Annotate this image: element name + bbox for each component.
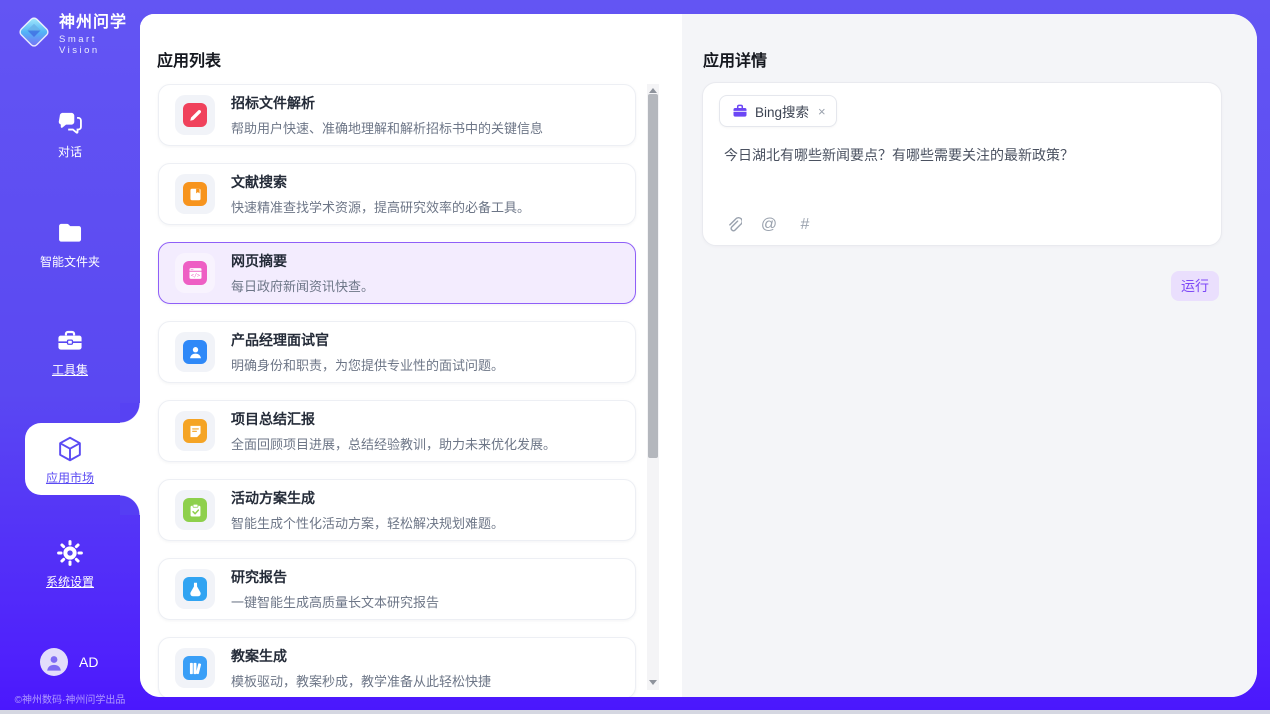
scroll-down-arrow-icon[interactable] (647, 676, 659, 688)
avatar (40, 648, 68, 676)
sidebar-item-对话[interactable]: 对话 (0, 108, 140, 160)
brand-subtitle: Smart Vision (59, 34, 140, 56)
briefcase-icon (732, 103, 748, 119)
sidebar-item-系统设置[interactable]: 系统设置 (0, 538, 140, 590)
run-button[interactable]: 运行 (1171, 271, 1219, 301)
user-initials: AD (79, 654, 98, 670)
app-title: 项目总结汇报 (231, 409, 556, 429)
scrollbar-thumb[interactable] (648, 94, 658, 458)
app-desc: 快速精准查找学术资源，提高研究效率的必备工具。 (231, 197, 530, 216)
app-title: 活动方案生成 (231, 488, 504, 508)
books-icon (183, 656, 207, 680)
brand-logo: 神州问学 Smart Vision (15, 13, 140, 56)
interviewer-icon (183, 340, 207, 364)
prompt-card: Bing搜索 × 今日湖北有哪些新闻要点？有哪些需要关注的最新政策？ @ # (702, 82, 1222, 246)
clipboard-check-icon (183, 498, 207, 522)
sidebar-item-label: 应用市场 (0, 469, 140, 486)
prompt-input[interactable]: 今日湖北有哪些新闻要点？有哪些需要关注的最新政策？ (724, 145, 1201, 165)
sidebar-item-应用市场[interactable]: 应用市场 (0, 423, 140, 495)
app-list-item[interactable]: 文献搜索 快速精准查找学术资源，提高研究效率的必备工具。 (158, 163, 636, 225)
sidebar-item-label: 对话 (0, 143, 140, 160)
app-title: 产品经理面试官 (231, 330, 504, 350)
app-desc: 模板驱动，教案秒成，教学准备从此轻松快捷 (231, 671, 491, 690)
at-icon[interactable]: @ (759, 215, 779, 235)
edit-doc-icon (183, 103, 207, 127)
folder-icon (0, 218, 140, 248)
tool-tag-close-icon[interactable]: × (818, 105, 826, 118)
ink-icon (183, 577, 207, 601)
scrollbar[interactable] (647, 84, 659, 690)
app-list-item[interactable]: </> 网页摘要 每日政府新闻资讯快查。 (158, 242, 636, 304)
svg-text:</>: </> (190, 272, 199, 278)
app-desc: 每日政府新闻资讯快查。 (231, 276, 374, 295)
user-account[interactable]: AD (40, 648, 98, 676)
main-container: 应用列表 招标文件解析 帮助用户快速、准确地理解和解析招标书中的关键信息 文献搜… (140, 14, 1257, 697)
tab-curve-top (120, 403, 140, 423)
app-list-item[interactable]: 产品经理面试官 明确身份和职责，为您提供专业性的面试问题。 (158, 321, 636, 383)
brand-name: 神州问学 (59, 14, 140, 32)
sidebar-item-label: 智能文件夹 (0, 253, 140, 270)
cube-icon (0, 434, 140, 464)
sidebar-item-智能文件夹[interactable]: 智能文件夹 (0, 218, 140, 270)
app-desc: 一键智能生成高质量长文本研究报告 (231, 592, 439, 611)
app-detail-title: 应用详情 (703, 47, 767, 71)
book-icon (183, 182, 207, 206)
browser-code-icon: </> (183, 261, 207, 285)
app-list-title: 应用列表 (157, 47, 221, 71)
app-title: 教案生成 (231, 646, 491, 666)
composer-toolbar: @ # (723, 215, 815, 235)
app-title: 研究报告 (231, 567, 439, 587)
app-desc: 全面回顾项目进展，总结经验教训，助力未来优化发展。 (231, 434, 556, 453)
note-icon (183, 419, 207, 443)
app-title: 招标文件解析 (231, 93, 543, 113)
app-title: 网页摘要 (231, 251, 374, 271)
sidebar-item-label: 系统设置 (0, 573, 140, 590)
sidebar: 神州问学 Smart Vision 对话 智能文件夹 工具集 应用市场 系统设置 (0, 0, 140, 714)
app-desc: 明确身份和职责，为您提供专业性的面试问题。 (231, 355, 504, 374)
app-desc: 帮助用户快速、准确地理解和解析招标书中的关键信息 (231, 118, 543, 137)
tool-tag[interactable]: Bing搜索 × (719, 95, 837, 127)
app-list-panel: 应用列表 招标文件解析 帮助用户快速、准确地理解和解析招标书中的关键信息 文献搜… (140, 14, 682, 697)
hash-icon[interactable]: # (795, 215, 815, 235)
app-detail-panel: 应用详情 Bing搜索 × 今日湖北有哪些新闻要点？有哪些需要关注的最新政策？ … (682, 14, 1257, 697)
chat-icon (0, 108, 140, 138)
app-desc: 智能生成个性化活动方案，轻松解决规划难题。 (231, 513, 504, 532)
sidebar-footer: ©神州数码·神州问学出品 (0, 691, 140, 706)
app-title: 文献搜索 (231, 172, 530, 192)
app-list-item[interactable]: 活动方案生成 智能生成个性化活动方案，轻松解决规划难题。 (158, 479, 636, 541)
window-bottom-edge (0, 710, 1270, 714)
app-list-item[interactable]: 项目总结汇报 全面回顾项目进展，总结经验教训，助力未来优化发展。 (158, 400, 636, 462)
tab-curve-bottom (120, 495, 140, 515)
toolbox-icon (0, 326, 140, 356)
tool-tag-label: Bing搜索 (755, 101, 809, 121)
paperclip-icon[interactable] (723, 215, 743, 235)
app-list-item[interactable]: 招标文件解析 帮助用户快速、准确地理解和解析招标书中的关键信息 (158, 84, 636, 146)
app-list-item[interactable]: 研究报告 一键智能生成高质量长文本研究报告 (158, 558, 636, 620)
sidebar-item-工具集[interactable]: 工具集 (0, 326, 140, 378)
sidebar-item-label: 工具集 (0, 361, 140, 378)
gear-icon (0, 538, 140, 568)
gem-icon (15, 13, 53, 56)
app-list-item[interactable]: 教案生成 模板驱动，教案秒成，教学准备从此轻松快捷 (158, 637, 636, 697)
